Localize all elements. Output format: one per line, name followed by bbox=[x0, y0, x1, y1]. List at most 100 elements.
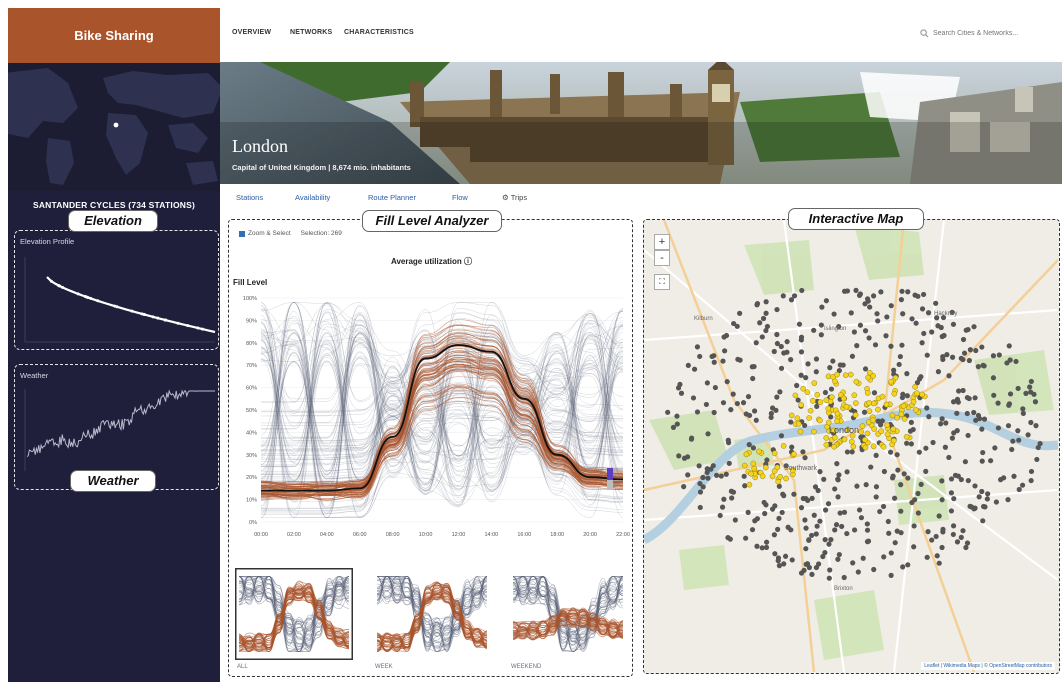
thumbnail-label-week: WEEK bbox=[375, 664, 393, 670]
station-marker bbox=[734, 323, 740, 329]
station-marker bbox=[776, 483, 782, 489]
station-marker bbox=[732, 517, 738, 523]
station-marker bbox=[916, 449, 922, 455]
station-marker bbox=[918, 481, 924, 487]
nav-characteristics[interactable]: CHARACTERISTICS bbox=[344, 29, 414, 36]
y-tick-label: 40% bbox=[246, 430, 257, 436]
station-marker bbox=[881, 554, 887, 560]
station-marker bbox=[873, 494, 879, 500]
station-marker bbox=[712, 384, 718, 391]
elevation-panel[interactable]: Elevation Profile bbox=[14, 230, 219, 350]
elevation-chart[interactable] bbox=[17, 247, 217, 347]
y-tick-label: 100% bbox=[243, 296, 257, 302]
selected-station-marker bbox=[771, 450, 778, 457]
info-icon[interactable]: ⓘ bbox=[464, 257, 472, 266]
elevation-point bbox=[83, 295, 87, 299]
thumbnail-lines bbox=[235, 568, 353, 660]
station-marker bbox=[849, 449, 855, 455]
station-marker bbox=[800, 449, 806, 455]
selected-station-marker bbox=[840, 395, 847, 402]
tab-availability[interactable]: Availability bbox=[295, 193, 330, 202]
thumbnail-all[interactable] bbox=[235, 568, 353, 660]
station-marker bbox=[972, 483, 978, 489]
elevation-point bbox=[60, 285, 64, 289]
world-map[interactable] bbox=[8, 63, 220, 191]
station-marker bbox=[841, 574, 847, 581]
station-marker bbox=[778, 433, 785, 439]
interactive-map[interactable]: London Islington Hackney Kilburn Southwa… bbox=[643, 219, 1060, 674]
station-marker bbox=[866, 335, 872, 341]
station-marker bbox=[984, 496, 990, 502]
selected-station-marker bbox=[743, 451, 750, 458]
station-marker bbox=[844, 288, 851, 294]
search-icon bbox=[920, 28, 929, 37]
selected-station-marker bbox=[834, 371, 840, 378]
station-marker bbox=[769, 405, 776, 411]
search-box[interactable] bbox=[920, 26, 1050, 40]
station-marker bbox=[864, 527, 871, 533]
fill-level-chart[interactable]: 0% 10% 20% 30% 40% 50% 60% 70% 80% 90% 100% 00:00 0… bbox=[231, 290, 631, 550]
nav-networks[interactable]: NETWORKS bbox=[290, 29, 332, 36]
station-marker bbox=[909, 316, 915, 322]
station-marker bbox=[833, 522, 840, 528]
thumbnail-weekend[interactable] bbox=[509, 568, 627, 660]
elevation-point bbox=[201, 327, 205, 331]
station-marker bbox=[1013, 358, 1019, 365]
station-marker bbox=[908, 441, 914, 447]
selected-station-marker bbox=[842, 372, 849, 378]
station-marker bbox=[831, 311, 837, 317]
fullscreen-icon[interactable]: ⛶ bbox=[654, 274, 670, 290]
station-marker bbox=[700, 484, 706, 490]
station-marker bbox=[958, 534, 964, 540]
brand-title[interactable]: Bike Sharing bbox=[8, 8, 220, 63]
range-handle-bottom[interactable] bbox=[607, 480, 613, 490]
station-marker bbox=[709, 353, 715, 360]
station-marker bbox=[848, 310, 854, 316]
weather-callout: Weather bbox=[70, 470, 156, 492]
station-marker bbox=[814, 403, 820, 410]
elevation-point bbox=[113, 304, 117, 308]
map-label-brixton: Brixton bbox=[834, 586, 853, 592]
map-callout: Interactive Map bbox=[788, 208, 924, 230]
station-marker bbox=[721, 496, 727, 502]
zoom-in-button[interactable]: + bbox=[654, 234, 670, 250]
station-marker bbox=[771, 532, 777, 538]
station-marker bbox=[926, 414, 932, 420]
station-marker bbox=[697, 353, 703, 360]
tab-flow[interactable]: Flow bbox=[452, 193, 468, 202]
station-marker bbox=[704, 469, 710, 475]
station-marker bbox=[975, 364, 981, 370]
tab-route-planner[interactable]: Route Planner bbox=[368, 193, 416, 202]
tab-trips[interactable]: ⚙ Trips bbox=[502, 193, 527, 202]
station-marker bbox=[685, 362, 691, 368]
station-map[interactable]: London Islington Hackney Kilburn Southwa… bbox=[644, 220, 1058, 672]
station-marker bbox=[1020, 406, 1026, 412]
station-marker bbox=[835, 476, 841, 482]
cluster-thumbnails: ALL WEEK WEEKEND bbox=[235, 568, 631, 676]
station-marker bbox=[871, 566, 877, 573]
station-marker bbox=[717, 512, 723, 519]
station-marker bbox=[778, 343, 784, 350]
zoom-select-toggle[interactable]: Zoom & Select bbox=[239, 230, 291, 237]
station-marker bbox=[819, 304, 825, 310]
station-marker bbox=[949, 435, 955, 441]
station-marker bbox=[803, 374, 809, 381]
chart-title: Average utilization ⓘ bbox=[390, 257, 473, 266]
selected-station-marker bbox=[792, 392, 799, 399]
nav-overview[interactable]: OVERVIEW bbox=[232, 29, 271, 36]
search-input[interactable] bbox=[933, 29, 1043, 37]
station-marker bbox=[813, 531, 819, 537]
selected-station-marker bbox=[806, 415, 812, 421]
station-marker bbox=[697, 504, 703, 511]
selected-station-marker bbox=[865, 374, 871, 381]
range-handle-top[interactable] bbox=[607, 468, 613, 480]
y-tick-label: 60% bbox=[246, 386, 257, 392]
station-marker bbox=[817, 469, 823, 475]
selected-station-marker bbox=[817, 399, 824, 405]
selected-station-marker bbox=[903, 434, 910, 440]
station-marker bbox=[826, 541, 832, 547]
selection-count: Selection: 269 bbox=[300, 230, 342, 237]
zoom-out-button[interactable]: - bbox=[654, 250, 670, 266]
thumbnail-week[interactable] bbox=[373, 568, 491, 660]
tab-stations[interactable]: Stations bbox=[236, 193, 263, 202]
